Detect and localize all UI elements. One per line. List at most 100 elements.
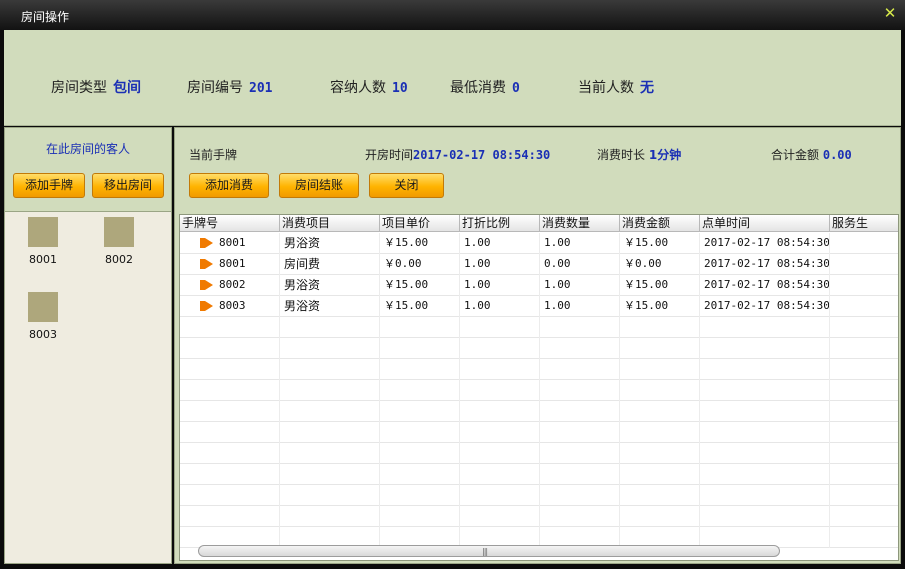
table-cell bbox=[830, 422, 898, 443]
table-cell bbox=[460, 506, 540, 527]
room-type-value: 包间 bbox=[113, 80, 141, 96]
table-cell bbox=[830, 275, 898, 296]
cell-text: ￥15.00 bbox=[624, 278, 669, 291]
table-cell bbox=[620, 401, 700, 422]
table-row bbox=[180, 422, 898, 443]
table-cell bbox=[380, 506, 460, 527]
table-row[interactable]: 8003 男浴资 ￥15.00 1.00 1.00 ￥15.00 2017-02-17 08… bbox=[180, 296, 898, 317]
column-header[interactable]: 服务生 bbox=[830, 215, 898, 232]
table-cell bbox=[700, 359, 830, 380]
room-checkout-button[interactable]: 房间结账 bbox=[279, 173, 359, 198]
close-button[interactable]: 关闭 bbox=[369, 173, 444, 198]
cell-text: ￥15.00 bbox=[624, 236, 669, 249]
table-cell bbox=[700, 485, 830, 506]
table-cell bbox=[540, 401, 620, 422]
cell-text: 男浴资 bbox=[284, 236, 321, 250]
remove-from-room-button[interactable]: 移出房间 bbox=[92, 173, 164, 198]
cell-text: 1.00 bbox=[544, 278, 571, 291]
table-cell bbox=[380, 317, 460, 338]
guest-card-number: 8003 bbox=[29, 328, 57, 341]
cell-text: 1.00 bbox=[544, 299, 571, 312]
total-value: 0.00 bbox=[822, 148, 852, 162]
table-row bbox=[180, 506, 898, 527]
table-cell: 8001 bbox=[180, 233, 280, 254]
table-cell bbox=[540, 506, 620, 527]
table-row[interactable]: 8001 房间费 ￥0.00 1.00 0.00 ￥0.00 2017-02-17 08:5… bbox=[180, 254, 898, 275]
open-time-info: 开房时间2017-02-17 08:54:30 bbox=[365, 146, 550, 163]
table-cell: 1.00 bbox=[460, 254, 540, 275]
table-cell bbox=[620, 464, 700, 485]
guest-card-8002[interactable]: 8002 bbox=[94, 217, 144, 266]
table-cell bbox=[540, 359, 620, 380]
table-cell bbox=[380, 380, 460, 401]
table-cell bbox=[620, 443, 700, 464]
table-row[interactable]: 8002 男浴资 ￥15.00 1.00 1.00 ￥15.00 2017-02-17 08… bbox=[180, 275, 898, 296]
title-bar: 房间操作 ✕ bbox=[0, 0, 905, 30]
table-cell bbox=[380, 401, 460, 422]
table-cell bbox=[460, 443, 540, 464]
column-header[interactable]: 消费数量 bbox=[540, 215, 620, 232]
horizontal-scrollbar[interactable]: ||| bbox=[198, 545, 780, 557]
room-number-info: 房间编号 201 bbox=[187, 77, 272, 97]
guests-panel-header: 在此房间的客人 添加手牌 移出房间 bbox=[5, 128, 171, 212]
table-cell bbox=[540, 317, 620, 338]
table-row[interactable]: 8001 男浴资 ￥15.00 1.00 1.00 ￥15.00 2017-02-17 08… bbox=[180, 233, 898, 254]
table-row bbox=[180, 443, 898, 464]
table-cell: 1.00 bbox=[540, 233, 620, 254]
total-info: 合计金额 0.00 bbox=[771, 146, 852, 163]
cell-text: 2017-02-17 08:54:30 bbox=[704, 257, 830, 270]
column-header[interactable]: 消费项目 bbox=[280, 215, 380, 232]
add-card-button[interactable]: 添加手牌 bbox=[13, 173, 85, 198]
guests-panel: 在此房间的客人 添加手牌 移出房间 8001 8002 8003 bbox=[4, 127, 172, 564]
table-cell bbox=[280, 443, 380, 464]
table-cell bbox=[620, 506, 700, 527]
table-cell bbox=[280, 506, 380, 527]
add-consumption-button[interactable]: 添加消费 bbox=[189, 173, 269, 198]
table-cell bbox=[180, 317, 280, 338]
column-header[interactable]: 手牌号 bbox=[180, 215, 280, 232]
table-cell bbox=[180, 443, 280, 464]
cell-text: 8001 bbox=[219, 257, 246, 270]
cell-text: 8002 bbox=[219, 278, 246, 291]
guest-card-icon bbox=[28, 292, 58, 322]
table-cell bbox=[700, 401, 830, 422]
table-cell: 2017-02-17 08:54:30 bbox=[700, 254, 830, 275]
table-cell: 1.00 bbox=[460, 233, 540, 254]
scroll-grip-icon: ||| bbox=[482, 547, 488, 556]
arrow-right-icon bbox=[205, 259, 213, 269]
arrow-right-icon bbox=[205, 301, 213, 311]
table-cell: 0.00 bbox=[540, 254, 620, 275]
min-spend-value: 0 bbox=[512, 81, 520, 96]
column-header[interactable]: 项目单价 bbox=[380, 215, 460, 232]
table-cell bbox=[180, 338, 280, 359]
column-header[interactable]: 点单时间 bbox=[700, 215, 830, 232]
guest-card-8003[interactable]: 8003 bbox=[18, 292, 68, 341]
table-cell bbox=[700, 380, 830, 401]
table-row bbox=[180, 338, 898, 359]
table-cell bbox=[180, 422, 280, 443]
table-cell bbox=[700, 317, 830, 338]
min-spend-label: 最低消费 bbox=[450, 80, 506, 96]
cell-text: 男浴资 bbox=[284, 299, 321, 313]
table-cell bbox=[830, 380, 898, 401]
column-header[interactable]: 打折比例 bbox=[460, 215, 540, 232]
total-label: 合计金额 bbox=[771, 148, 820, 162]
column-header[interactable]: 消费金额 bbox=[620, 215, 700, 232]
table-cell bbox=[620, 380, 700, 401]
close-icon[interactable]: ✕ bbox=[883, 5, 897, 21]
table-row bbox=[180, 401, 898, 422]
table-row bbox=[180, 380, 898, 401]
table-cell: 2017-02-17 08:54:30 bbox=[700, 275, 830, 296]
guest-card-8001[interactable]: 8001 bbox=[18, 217, 68, 266]
duration-info: 消费时长 1分钟 bbox=[597, 146, 681, 163]
cell-text: 1.00 bbox=[464, 299, 491, 312]
capacity-label: 容纳人数 bbox=[330, 80, 386, 96]
table-cell bbox=[460, 338, 540, 359]
table-cell bbox=[180, 380, 280, 401]
cell-text: 0.00 bbox=[544, 257, 571, 270]
table-cell bbox=[830, 233, 898, 254]
table-cell bbox=[280, 422, 380, 443]
table-cell bbox=[380, 464, 460, 485]
table-cell bbox=[380, 338, 460, 359]
table-cell: ￥15.00 bbox=[620, 296, 700, 317]
